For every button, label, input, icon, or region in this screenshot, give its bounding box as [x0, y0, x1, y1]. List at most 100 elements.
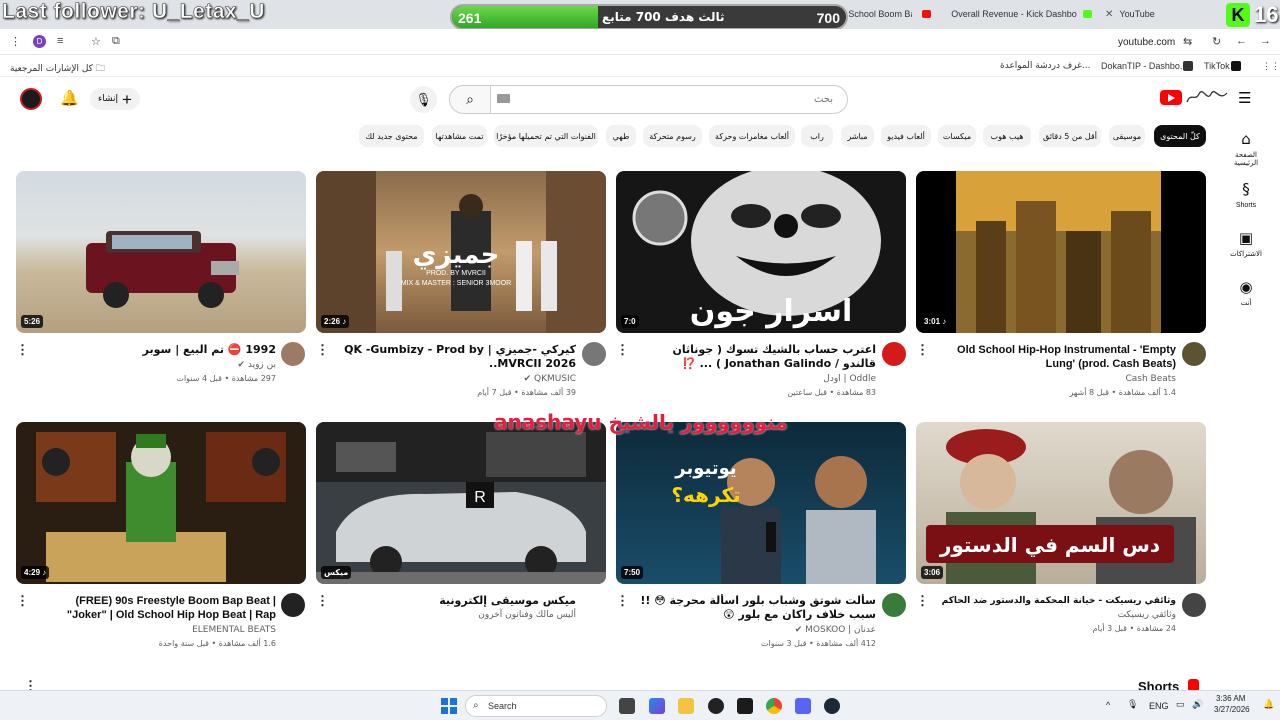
- nav-you[interactable]: ◉ أنت: [1224, 278, 1268, 307]
- chip-cooking[interactable]: طهي: [606, 125, 636, 147]
- channel-avatar[interactable]: [281, 342, 305, 366]
- file-explorer-icon[interactable]: [678, 698, 694, 714]
- channel-avatar[interactable]: [1182, 342, 1206, 366]
- chip-new-to-you[interactable]: محتوى جديد لك: [359, 125, 424, 147]
- hamburger-menu-icon[interactable]: ☰: [1238, 89, 1251, 107]
- taskbar-search-box[interactable]: ⌕ Search: [465, 695, 607, 717]
- profile-avatar[interactable]: D: [33, 35, 46, 48]
- notifications-bell-icon[interactable]: 🔔: [60, 89, 79, 107]
- install-app-icon[interactable]: ⧉: [112, 35, 120, 48]
- reading-list-icon[interactable]: ≡: [57, 35, 63, 47]
- chip-recently-uploaded[interactable]: الفنوات التي تم تحميلها مؤخرًا: [494, 125, 598, 147]
- chip-rap[interactable]: راب: [801, 125, 833, 147]
- chip-all[interactable]: كلّ المحتوى: [1154, 125, 1206, 147]
- microphone-tray-icon[interactable]: 🎙: [1127, 699, 1138, 710]
- channel-name[interactable]: Oddle | اودل: [640, 374, 876, 384]
- more-options-icon[interactable]: ⋮: [916, 342, 929, 358]
- copilot-icon[interactable]: [649, 698, 665, 714]
- volume-icon[interactable]: 🔊: [1192, 699, 1203, 710]
- more-options-icon[interactable]: ⋮: [316, 593, 329, 609]
- video-thumbnail[interactable]: اسرار جون 7:0: [616, 171, 906, 333]
- forward-icon[interactable]: →: [1260, 35, 1271, 47]
- video-thumbnail[interactable]: 4:29 ♪: [16, 422, 306, 584]
- nav-shorts[interactable]: § Shorts: [1224, 180, 1268, 209]
- all-bookmarks-link[interactable]: كل الإشارات المرجعية 🗀: [10, 61, 105, 77]
- video-title[interactable]: 1992 ⛔ تم البيع | سوبر: [40, 343, 276, 357]
- video-title[interactable]: اعترب حساب بالشيك تسوك ( جوناثان قالندو …: [640, 343, 876, 371]
- channel-name[interactable]: وثائقي ريسيكت: [940, 610, 1176, 620]
- notifications-icon[interactable]: 🔔: [1263, 699, 1274, 710]
- bookmark-tiktok[interactable]: TikTok: [1204, 61, 1230, 71]
- channel-avatar[interactable]: [882, 593, 906, 617]
- chrome-icon[interactable]: [766, 698, 782, 714]
- channel-name[interactable]: ELEMENTAL BEATS: [40, 625, 276, 635]
- site-settings-icon[interactable]: ⇆: [1183, 35, 1192, 48]
- obs-icon[interactable]: [737, 698, 753, 714]
- chip-under-5-min[interactable]: أقل من 5 دقائق: [1039, 125, 1101, 147]
- chip-action-adventure-games[interactable]: ألعاب مغامرات وحركة: [709, 125, 795, 147]
- close-icon[interactable]: ✕: [1105, 9, 1113, 20]
- more-options-icon[interactable]: ⋮: [16, 593, 29, 609]
- channel-name[interactable]: Cash Beats: [940, 374, 1177, 384]
- network-icon[interactable]: ▭: [1176, 699, 1185, 710]
- tray-overflow-icon[interactable]: ^: [1106, 700, 1110, 710]
- browser-tab-youtube[interactable]: ✕ YouTube: [1105, 4, 1205, 24]
- create-button[interactable]: إنشاء +: [90, 88, 140, 110]
- apps-grid-icon[interactable]: ⋮⋮: [1262, 61, 1280, 72]
- nav-home[interactable]: ⌂ الصفحة الرئيسية: [1224, 130, 1268, 167]
- more-options-icon[interactable]: ⋮: [616, 593, 629, 609]
- more-options-icon[interactable]: ⋮: [16, 342, 29, 358]
- video-title[interactable]: وثائقي ريسيكت - خيانة المحكمة والدستور ض…: [940, 594, 1176, 608]
- more-options-icon[interactable]: ⋮: [616, 342, 629, 358]
- browser-tab-overall-revenue[interactable]: Overall Revenue - Kick Dashbo: [922, 4, 1092, 24]
- youtube-wordmark[interactable]: [1185, 90, 1229, 105]
- youtube-logo-icon[interactable]: [1160, 90, 1182, 105]
- channel-name[interactable]: QKMUSIC ✔: [340, 374, 576, 384]
- chip-mixes[interactable]: ميكسات: [938, 125, 976, 147]
- channel-name[interactable]: بن زويد ✔: [40, 360, 276, 370]
- account-avatar[interactable]: [20, 88, 42, 110]
- video-thumbnail[interactable]: يوتيوبر تكرهه؟ 7:50: [616, 422, 906, 584]
- video-title[interactable]: كيركي -جميزي | QK -Gumbizy - Prod by .MV…: [340, 343, 576, 371]
- discord-icon[interactable]: [795, 698, 811, 714]
- channel-avatar[interactable]: [281, 593, 305, 617]
- channel-name[interactable]: عدنان | MOSKOO ✔: [640, 625, 876, 635]
- video-thumbnail[interactable]: R ميكس: [316, 422, 606, 584]
- search-input[interactable]: [490, 85, 848, 114]
- clock-time[interactable]: 3:36 AM: [1216, 694, 1245, 703]
- more-options-icon[interactable]: ⋮: [916, 593, 929, 609]
- video-thumbnail[interactable]: 3:01 ♪: [916, 171, 1206, 333]
- chip-hip-hop[interactable]: هيب هوب: [983, 125, 1031, 147]
- channel-avatar[interactable]: [882, 342, 906, 366]
- more-options-icon[interactable]: ⋮: [316, 342, 329, 358]
- video-thumbnail[interactable]: جميزي PROD. BY MVRCII MIX & MASTER : SEN…: [316, 171, 606, 333]
- chip-live[interactable]: مباشر: [841, 125, 874, 147]
- clock-date[interactable]: 3/27/2026: [1214, 705, 1250, 714]
- chip-music[interactable]: موسيقى: [1109, 125, 1145, 147]
- language-indicator[interactable]: ENG: [1149, 701, 1169, 711]
- video-title[interactable]: سألت شوتق وشباب بلور اسألة محرجة 😳 !! سب…: [640, 594, 876, 622]
- channel-avatar[interactable]: [1182, 593, 1206, 617]
- nav-subscriptions[interactable]: ▣ الاشتراكات: [1224, 229, 1268, 258]
- windows-start-icon[interactable]: [441, 698, 457, 714]
- video-title[interactable]: (FREE) 90s Freestyle Boom Bap Beat | "Jo…: [40, 594, 276, 622]
- video-thumbnail[interactable]: دس السم في الدستور 3:06: [916, 422, 1206, 584]
- video-thumbnail[interactable]: 5:26: [16, 171, 306, 333]
- url-field[interactable]: youtube.com: [1118, 37, 1175, 48]
- keyboard-icon[interactable]: [497, 94, 510, 103]
- app-icon[interactable]: [708, 698, 724, 714]
- bookmark-dating-rooms[interactable]: غرف دردشة المواعدة...: [1000, 61, 1090, 71]
- more-vert-icon[interactable]: ⋮: [10, 35, 21, 48]
- chip-video-games[interactable]: ألعاب فيديو: [881, 125, 931, 147]
- back-icon[interactable]: ←: [1236, 35, 1247, 47]
- bookmark-dokantip[interactable]: DokanTIP - Dashbo...: [1101, 61, 1187, 71]
- steam-icon[interactable]: [824, 698, 840, 714]
- voice-search-button[interactable]: 🎙: [410, 86, 437, 113]
- channel-avatar[interactable]: [582, 342, 606, 366]
- video-title[interactable]: Old School Hip-Hop Instrumental - 'Empty…: [940, 343, 1176, 371]
- video-title[interactable]: ميكس موسيقى إلكترونية: [340, 594, 576, 608]
- channel-name[interactable]: أليس مالك وفنانون آخرون: [340, 610, 576, 620]
- task-view-icon[interactable]: [619, 698, 635, 714]
- search-button[interactable]: ⌕: [449, 85, 491, 114]
- reload-icon[interactable]: ↻: [1212, 35, 1221, 48]
